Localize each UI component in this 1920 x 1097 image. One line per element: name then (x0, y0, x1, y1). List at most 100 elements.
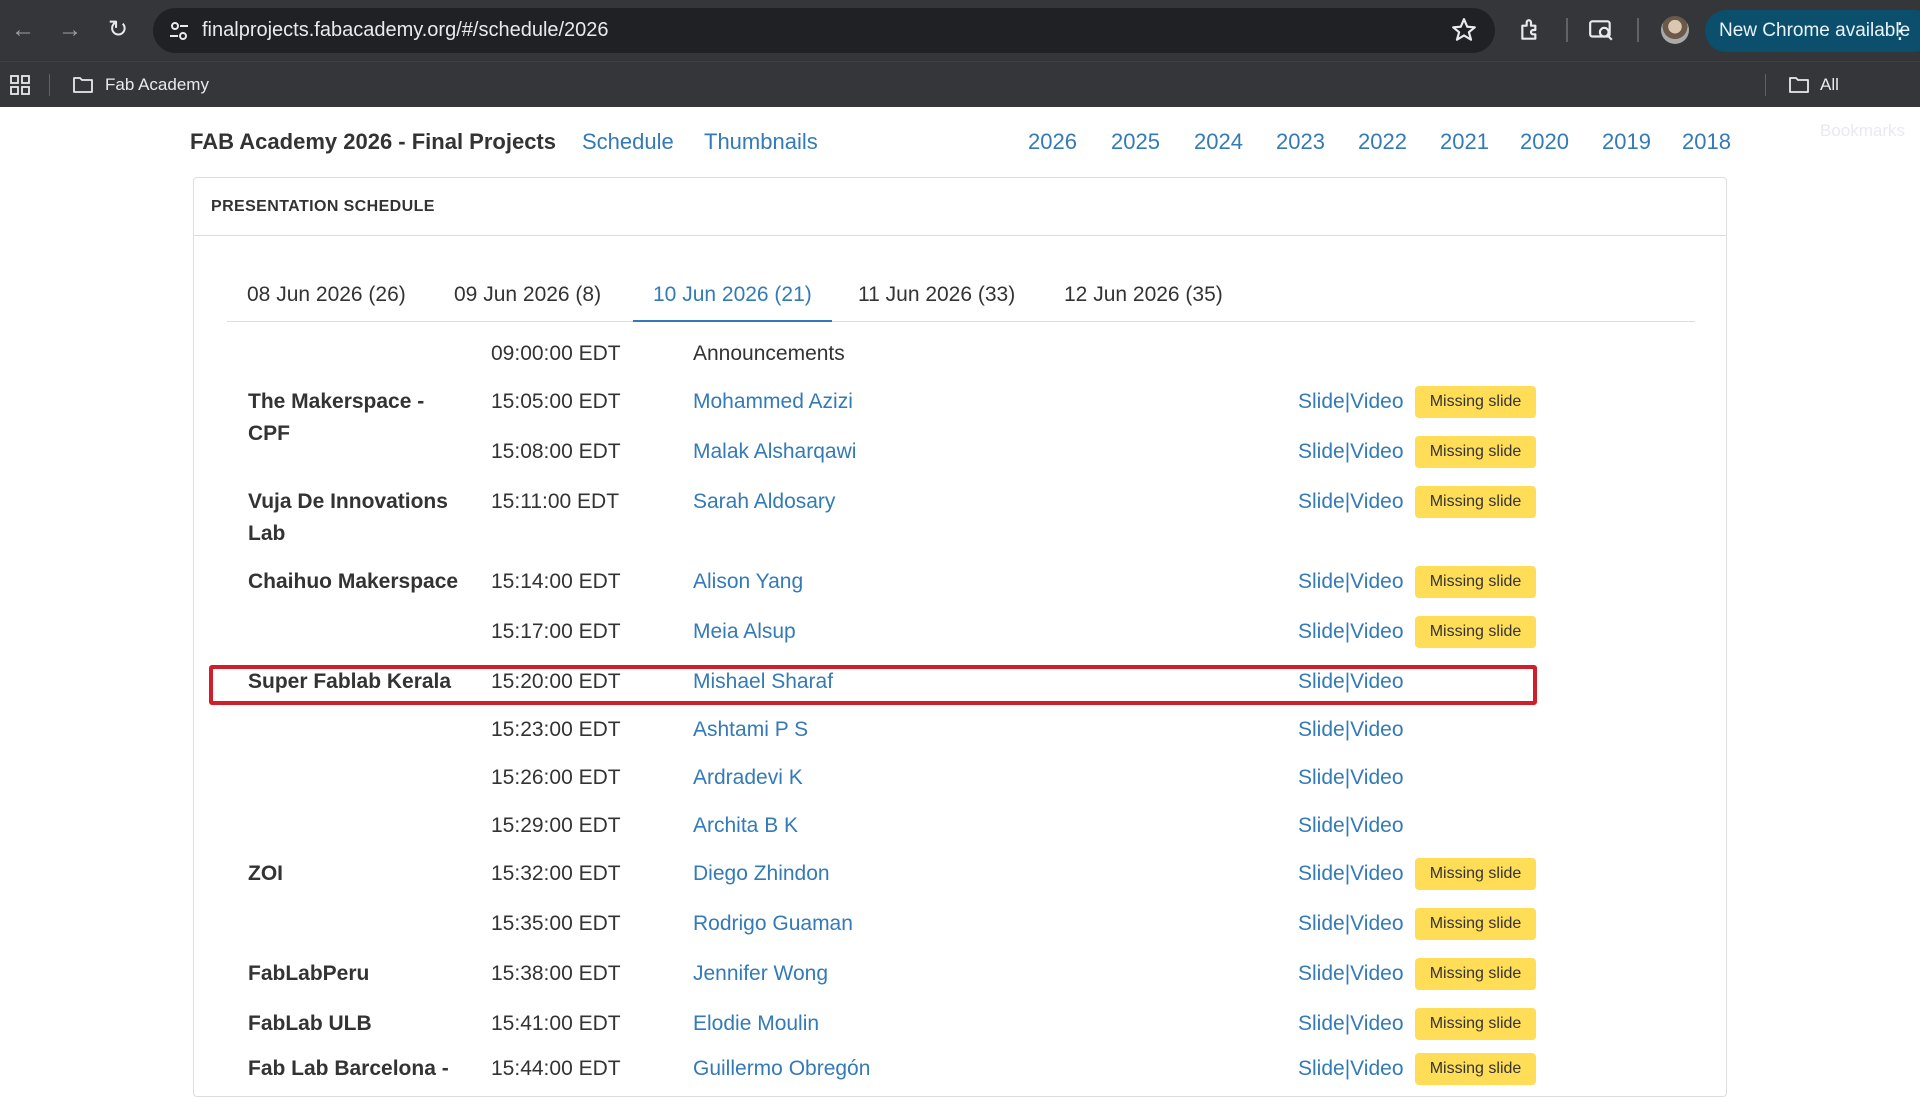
year-link-2021[interactable]: 2021 (1440, 107, 1489, 177)
folder-icon (1789, 77, 1809, 93)
year-link-2018[interactable]: 2018 (1682, 107, 1731, 177)
nav-schedule-link[interactable]: Schedule (582, 107, 674, 177)
year-link-2022[interactable]: 2022 (1358, 107, 1407, 177)
tab-11-jun[interactable]: 11 Jun 2026 (33) (838, 268, 1035, 322)
slide-video-links: Slide|Video (1298, 908, 1404, 940)
year-link-2025[interactable]: 2025 (1111, 107, 1160, 177)
missing-slide-badge: Missing slide (1415, 1053, 1536, 1085)
row-highlight-annotation (209, 665, 1537, 705)
year-link-2023[interactable]: 2023 (1276, 107, 1325, 177)
url-text[interactable]: finalprojects.fabacademy.org/#/schedule/… (202, 8, 609, 53)
student-name-link[interactable]: Diego Zhindon (693, 858, 830, 890)
toolbar-divider (1637, 18, 1639, 42)
site-brand[interactable]: FAB Academy 2026 - Final Projects (190, 107, 556, 177)
slide-link[interactable]: Slide (1298, 1012, 1345, 1035)
presentation-time: 09:00:00 EDT (491, 342, 621, 365)
bookmarks-divider (1765, 74, 1766, 96)
slide-link[interactable]: Slide (1298, 620, 1345, 643)
presentation-time: 15:08:00 EDT (491, 440, 621, 463)
presentation-time: 15:14:00 EDT (491, 570, 621, 593)
bookmark-fab-academy[interactable]: Fab Academy (105, 62, 209, 108)
bookmarks-bar: Fab Academy All Bookmarks (0, 61, 1920, 140)
video-link[interactable]: Video (1350, 912, 1403, 935)
missing-slide-badge: Missing slide (1415, 958, 1536, 990)
presentation-time: 15:29:00 EDT (491, 814, 621, 837)
student-name-link[interactable]: Elodie Moulin (693, 1008, 819, 1040)
student-name-link[interactable]: Alison Yang (693, 566, 803, 598)
tab-12-jun[interactable]: 12 Jun 2026 (35) (1044, 268, 1243, 322)
chrome-update-button[interactable]: New Chrome available ⋮ (1705, 10, 1920, 52)
slide-link[interactable]: Slide (1298, 570, 1345, 593)
apps-grid-icon[interactable] (9, 74, 31, 96)
student-name-link[interactable]: Archita B K (693, 810, 798, 842)
slide-link[interactable]: Slide (1298, 814, 1345, 837)
extensions-icon[interactable] (1518, 17, 1544, 43)
slide-link[interactable]: Slide (1298, 912, 1345, 935)
tab-09-jun[interactable]: 09 Jun 2026 (8) (434, 268, 621, 322)
reload-icon[interactable]: ↻ (103, 15, 133, 45)
missing-slide-badge: Missing slide (1415, 386, 1536, 418)
slide-link[interactable]: Slide (1298, 390, 1345, 413)
student-name-link[interactable]: Jennifer Wong (693, 958, 828, 990)
student-name-link[interactable]: Meia Alsup (693, 616, 796, 648)
video-link[interactable]: Video (1350, 1012, 1403, 1035)
bookmark-star-icon[interactable] (1451, 17, 1477, 43)
slide-link[interactable]: Slide (1298, 718, 1345, 741)
slide-video-links: Slide|Video (1298, 486, 1404, 518)
lab-name: FabLabPeru (248, 962, 370, 985)
presentation-time: 15:44:00 EDT (491, 1057, 621, 1080)
video-link[interactable]: Video (1350, 766, 1403, 789)
student-name-link[interactable]: Mohammed Azizi (693, 386, 853, 418)
tab-08-jun[interactable]: 08 Jun 2026 (26) (227, 268, 426, 322)
slide-video-links: Slide|Video (1298, 714, 1404, 746)
student-name-link[interactable]: Guillermo Obregón (693, 1053, 870, 1085)
menu-dots-icon[interactable]: ⋮ (1889, 10, 1911, 52)
bookmark-all-bookmarks[interactable]: All Bookmarks (1820, 62, 1920, 140)
student-name-link[interactable]: Rodrigo Guaman (693, 908, 853, 940)
video-link[interactable]: Video (1350, 440, 1403, 463)
slide-link[interactable]: Slide (1298, 440, 1345, 463)
site-settings-icon[interactable] (167, 19, 191, 43)
video-link[interactable]: Video (1350, 620, 1403, 643)
student-name-link[interactable]: Malak Alsharqawi (693, 436, 856, 468)
browser-toolbar: ← → ↻ finalprojects.fabacademy.org/#/sch… (0, 0, 1920, 61)
toolbar-divider (1566, 18, 1568, 42)
profile-avatar[interactable] (1661, 16, 1689, 44)
video-link[interactable]: Video (1350, 862, 1403, 885)
date-tabs: 08 Jun 2026 (26) 09 Jun 2026 (8) 10 Jun … (227, 268, 1695, 322)
video-link[interactable]: Video (1350, 490, 1403, 513)
presentation-time: 15:23:00 EDT (491, 718, 621, 741)
panel-heading: PRESENTATION SCHEDULE (194, 178, 1726, 236)
year-link-2020[interactable]: 2020 (1520, 107, 1569, 177)
back-icon[interactable]: ← (8, 15, 38, 45)
slide-link[interactable]: Slide (1298, 490, 1345, 513)
missing-slide-badge: Missing slide (1415, 908, 1536, 940)
forward-icon[interactable]: → (55, 15, 85, 45)
missing-slide-badge: Missing slide (1415, 486, 1536, 518)
address-bar[interactable]: finalprojects.fabacademy.org/#/schedule/… (153, 8, 1495, 53)
slide-video-links: Slide|Video (1298, 436, 1404, 468)
year-link-2019[interactable]: 2019 (1602, 107, 1651, 177)
slide-link[interactable]: Slide (1298, 766, 1345, 789)
video-link[interactable]: Video (1350, 814, 1403, 837)
missing-slide-badge: Missing slide (1415, 1008, 1536, 1040)
slide-link[interactable]: Slide (1298, 962, 1345, 985)
missing-slide-badge: Missing slide (1415, 616, 1536, 648)
year-link-2026[interactable]: 2026 (1028, 107, 1077, 177)
video-link[interactable]: Video (1350, 1057, 1403, 1080)
presentation-time: 15:35:00 EDT (491, 912, 621, 935)
video-link[interactable]: Video (1350, 390, 1403, 413)
student-name-link[interactable]: Ashtami P S (693, 714, 808, 746)
video-link[interactable]: Video (1350, 570, 1403, 593)
video-link[interactable]: Video (1350, 718, 1403, 741)
tab-search-icon[interactable] (1588, 17, 1614, 43)
presentation-time: 15:05:00 EDT (491, 390, 621, 413)
student-name-link[interactable]: Sarah Aldosary (693, 486, 835, 518)
slide-link[interactable]: Slide (1298, 862, 1345, 885)
slide-link[interactable]: Slide (1298, 1057, 1345, 1080)
video-link[interactable]: Video (1350, 962, 1403, 985)
nav-thumbnails-link[interactable]: Thumbnails (704, 107, 818, 177)
tab-10-jun[interactable]: 10 Jun 2026 (21) (633, 268, 832, 322)
year-link-2024[interactable]: 2024 (1194, 107, 1243, 177)
student-name-link[interactable]: Ardradevi K (693, 762, 803, 794)
